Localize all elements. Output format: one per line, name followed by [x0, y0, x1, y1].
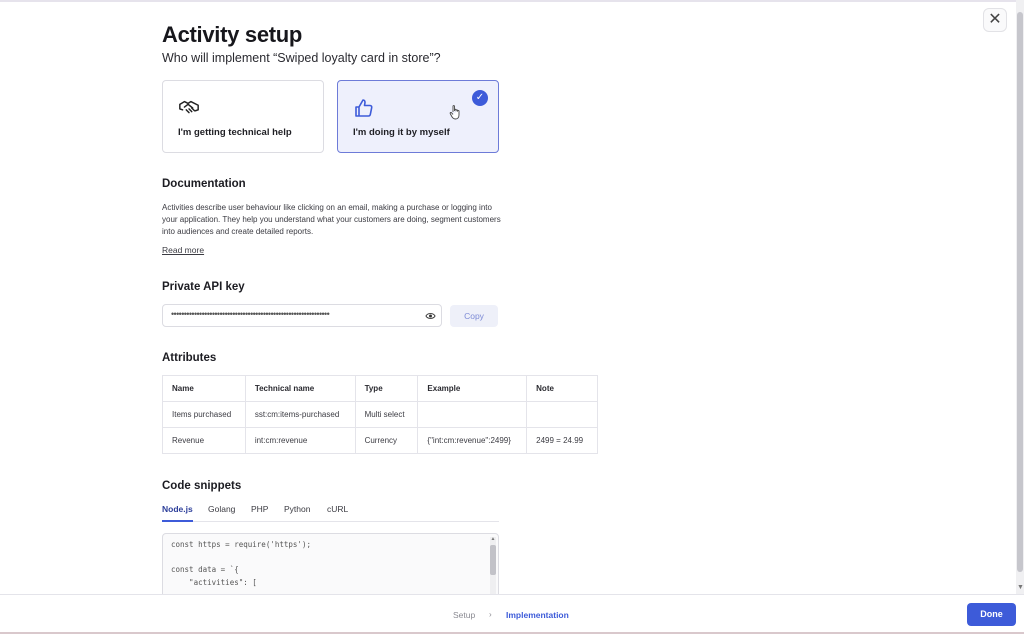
table-cell: int:cm:revenue: [244, 427, 356, 454]
page-title: Activity setup: [162, 22, 303, 47]
tab-curl[interactable]: cURL: [327, 504, 348, 522]
read-more-link[interactable]: Read more: [162, 245, 204, 255]
hand-cursor-icon: [449, 105, 460, 120]
api-key-masked-value: ••••••••••••••••••••••••••••••••••••••••…: [171, 309, 330, 319]
handshake-icon: [179, 100, 199, 114]
documentation-text: Activities describe user behaviour like …: [162, 203, 501, 236]
table-cell: Items purchased: [162, 401, 246, 428]
option-label: I'm getting technical help: [178, 127, 292, 138]
scroll-down-arrow-icon[interactable]: ▼: [1017, 584, 1024, 592]
thumbs-up-icon: [355, 99, 373, 117]
eye-icon[interactable]: [425, 311, 436, 321]
footer-bar: Setup › Implementation Done: [0, 594, 1024, 634]
table-cell: {"int:cm:revenue":2499}: [417, 427, 528, 454]
code-snippet-box[interactable]: const https = require('https'); const da…: [162, 533, 499, 594]
code-line: const data = `{: [171, 565, 239, 574]
table-cell: Currency: [354, 427, 419, 454]
api-key-field[interactable]: ••••••••••••••••••••••••••••••••••••••••…: [162, 304, 442, 327]
code-language-tabs: Node.js Golang PHP Python cURL: [162, 504, 499, 522]
table-row: Revenue int:cm:revenue Currency {"int:cm…: [162, 427, 598, 454]
page-subtitle: Who will implement “Swiped loyalty card …: [162, 51, 441, 65]
tab-golang[interactable]: Golang: [208, 504, 235, 522]
column-header: Technical name: [244, 375, 356, 402]
table-header-row: Name Technical name Type Example Note: [162, 375, 598, 402]
step-implementation[interactable]: Implementation: [506, 610, 569, 620]
option-technical-help[interactable]: I'm getting technical help: [162, 80, 324, 153]
code-snippet-text: const https = require('https'); const da…: [163, 534, 498, 594]
code-scrollbar[interactable]: ▲: [490, 536, 496, 594]
table-row: Items purchased sst:cm:items-purchased M…: [162, 401, 598, 428]
main-content: Activity setup Who will implement “Swipe…: [162, 0, 602, 594]
column-header: Note: [526, 375, 598, 402]
option-doing-it-myself[interactable]: I'm doing it by myself ✓: [337, 80, 499, 153]
code-snippets-heading: Code snippets: [162, 480, 242, 492]
step-separator-icon: ›: [489, 610, 492, 619]
checkmark-icon: ✓: [472, 90, 488, 106]
done-button[interactable]: Done: [967, 603, 1016, 626]
tab-nodejs[interactable]: Node.js: [162, 504, 193, 522]
code-line: "activities": [: [171, 577, 257, 587]
table-cell: 2499 = 24.99: [526, 427, 598, 454]
tab-python[interactable]: Python: [284, 504, 310, 522]
scrollbar-thumb[interactable]: [1017, 12, 1023, 572]
close-button[interactable]: ✕: [983, 8, 1007, 32]
table-cell: [526, 401, 598, 428]
api-key-heading: Private API key: [162, 281, 245, 293]
column-header: Example: [417, 375, 528, 402]
code-scrollbar-thumb[interactable]: [490, 545, 496, 575]
table-cell: [417, 401, 528, 428]
close-icon: ✕: [988, 11, 1002, 28]
tab-php[interactable]: PHP: [251, 504, 268, 522]
attributes-heading: Attributes: [162, 352, 217, 364]
column-header: Name: [162, 375, 246, 402]
step-setup[interactable]: Setup: [453, 610, 475, 620]
table-cell: Multi select: [354, 401, 419, 428]
code-line: const https = require('https');: [171, 540, 311, 549]
table-cell: sst:cm:items-purchased: [244, 401, 356, 428]
column-header: Type: [354, 375, 419, 402]
copy-button[interactable]: Copy: [450, 305, 498, 327]
scroll-up-arrow-icon[interactable]: ▲: [490, 536, 496, 542]
attributes-table: Name Technical name Type Example Note It…: [162, 375, 598, 454]
page-scrollbar[interactable]: ▼: [1016, 0, 1024, 594]
option-label: I'm doing it by myself: [353, 127, 450, 138]
table-cell: Revenue: [162, 427, 246, 454]
documentation-heading: Documentation: [162, 178, 246, 190]
